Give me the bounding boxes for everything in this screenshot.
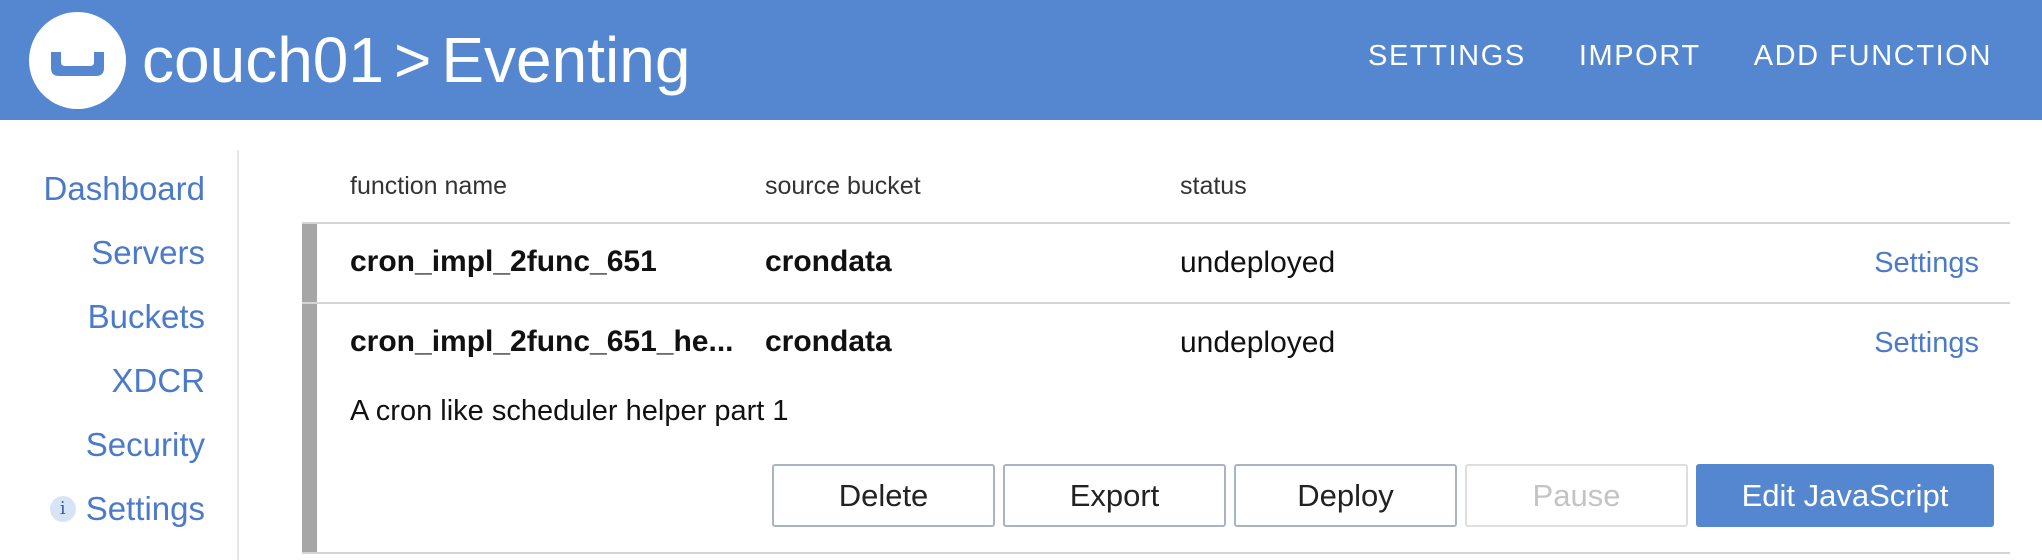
status-text: undeployed bbox=[1180, 246, 1336, 279]
app-header: couch01 > Eventing SETTINGS IMPORT ADD FUN… bbox=[0, 0, 2042, 120]
function-name[interactable]: cron_impl_2func_651 bbox=[350, 245, 657, 279]
sidebar-item-settings[interactable]: i Settings bbox=[49, 490, 205, 528]
deploy-button[interactable]: Deploy bbox=[1234, 464, 1457, 527]
function-description: A cron like scheduler helper part 1 bbox=[350, 395, 789, 427]
source-bucket: crondata bbox=[765, 245, 892, 278]
sidebar-item-xdcr[interactable]: XDCR bbox=[111, 362, 205, 400]
sidebar-item-label: Buckets bbox=[87, 298, 205, 335]
table-divider bbox=[302, 552, 2010, 554]
edit-javascript-button[interactable]: Edit JavaScript bbox=[1696, 464, 1994, 527]
sidebar-item-dashboard[interactable]: Dashboard bbox=[44, 170, 205, 208]
sidebar: Dashboard Servers Buckets XDCR Security … bbox=[0, 150, 239, 560]
row-marker bbox=[302, 304, 317, 553]
sidebar-item-label: Security bbox=[85, 426, 205, 463]
pause-button: Pause bbox=[1465, 464, 1688, 527]
header-import-link[interactable]: IMPORT bbox=[1579, 40, 1701, 73]
row-settings-link[interactable]: Settings bbox=[1874, 327, 1979, 360]
table-divider bbox=[302, 302, 2010, 304]
column-header-source-bucket: source bucket bbox=[765, 172, 921, 200]
function-name[interactable]: cron_impl_2func_651_he... bbox=[350, 325, 734, 359]
header-nav: SETTINGS IMPORT ADD FUNCTION bbox=[1368, 40, 1992, 73]
table-divider bbox=[302, 222, 2010, 224]
info-icon: i bbox=[49, 496, 76, 522]
sidebar-item-buckets[interactable]: Buckets bbox=[88, 298, 205, 336]
sidebar-item-servers[interactable]: Servers bbox=[91, 234, 205, 272]
sidebar-item-security[interactable]: Security bbox=[86, 426, 205, 464]
header-add-function-link[interactable]: ADD FUNCTION bbox=[1754, 40, 1992, 73]
sidebar-item-label: Settings bbox=[85, 490, 205, 527]
status-text: undeployed bbox=[1180, 326, 1336, 359]
sidebar-item-label: XDCR bbox=[111, 362, 205, 399]
header-settings-link[interactable]: SETTINGS bbox=[1368, 40, 1526, 73]
breadcrumb: couch01 > Eventing bbox=[142, 22, 690, 98]
page-title: Eventing bbox=[441, 24, 691, 96]
couchbase-logo-icon[interactable] bbox=[29, 12, 126, 109]
delete-button[interactable]: Delete bbox=[772, 464, 995, 527]
sidebar-item-label: Dashboard bbox=[43, 170, 205, 207]
source-bucket: crondata bbox=[765, 325, 892, 358]
row-settings-link[interactable]: Settings bbox=[1874, 247, 1979, 280]
export-button[interactable]: Export bbox=[1003, 464, 1226, 527]
column-header-status: status bbox=[1180, 172, 1247, 200]
row-marker bbox=[302, 224, 317, 302]
breadcrumb-cluster[interactable]: couch01 bbox=[142, 24, 384, 96]
breadcrumb-separator: > bbox=[393, 24, 432, 96]
sidebar-item-label: Servers bbox=[91, 234, 205, 271]
column-header-function-name: function name bbox=[350, 172, 508, 200]
